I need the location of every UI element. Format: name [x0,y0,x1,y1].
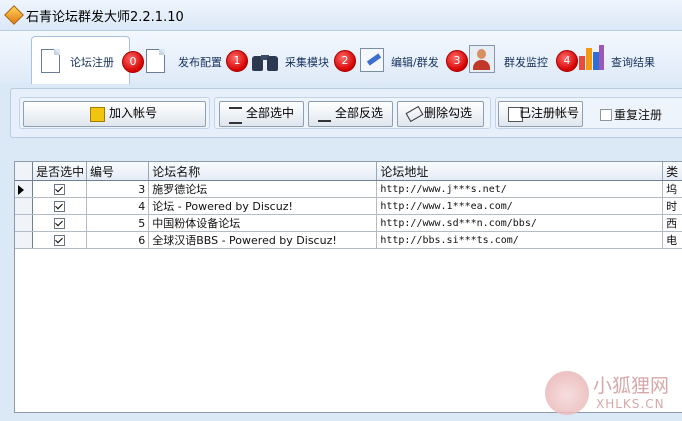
tab-collect-module[interactable]: 采集模块 [251,31,331,83]
column-header[interactable]: 论坛地址 [376,162,664,181]
select-cell[interactable] [32,231,87,249]
edit-icon [360,48,384,72]
current-row-arrow-icon [18,184,24,195]
window-title: 石青论坛群发大师2.2.1.10 [26,10,184,25]
bar-chart-icon [578,44,604,70]
title-bar: 石青论坛群发大师2.2.1.10 [0,0,682,31]
step-badge-0: 0 [122,51,144,73]
row-selector[interactable] [15,214,34,232]
table-row[interactable]: 3 施罗德论坛 http://www.j***s.net/ 坞 [15,180,682,198]
module-tabs: 论坛注册 0 发布配置 1 采集模块 2 编辑/群发 3 群发监控 4 查询结果 [0,31,682,84]
registered-group: 已注册帐号 重复注册 [495,97,682,129]
id-cell: 3 [86,180,150,198]
fox-logo-icon [545,371,589,415]
forum-name-cell: 中国粉体设备论坛 [148,214,378,232]
table-row[interactable]: 4 论坛 - Powered by Discuz! http://www.1**… [15,197,682,215]
column-header[interactable]: 类 [662,162,682,181]
site-watermark: 小狐狸网 XHLKS.CN [545,367,682,421]
tab-label: 查询结果 [611,56,655,69]
row-selector[interactable] [15,197,34,215]
user-icon [469,45,495,73]
account-icon [90,107,105,122]
forum-name-cell: 全球汉语BBS - Powered by Discuz! [148,231,378,249]
button-label: 全部反选 [335,106,384,120]
delete-checked-button[interactable]: 删除勾选 [397,101,484,127]
row-header-corner [15,162,34,181]
add-account-button[interactable]: 加入帐号 [23,101,206,127]
tab-forum-register[interactable]: 论坛注册 [31,36,130,84]
watermark-cn: 小狐狸网 [593,375,670,397]
table-row[interactable]: 6 全球汉语BBS - Powered by Discuz! http://bb… [15,231,682,249]
forum-url-cell: http://www.sd***n.com/bbs/ [376,214,664,232]
binoculars-icon [252,49,278,71]
step-badge-1: 1 [226,50,248,72]
tab-label: 论坛注册 [70,56,114,69]
id-cell: 5 [86,214,150,232]
forum-name-cell: 施罗德论坛 [148,180,378,198]
selection-group: 全部选中 全部反选 删除勾选 [214,97,491,129]
row-checkbox[interactable] [54,218,66,229]
watermark-en: XHLKS.CN [596,397,665,411]
forum-url-cell: http://www.j***s.net/ [376,180,664,198]
select-all-icon [229,107,242,124]
table-row[interactable]: 5 中国粉体设备论坛 http://www.sd***n.com/bbs/ 西 [15,214,682,232]
tab-send-monitor[interactable]: 群发监控 [469,31,554,83]
invert-selection-button[interactable]: 全部反选 [308,101,393,127]
select-cell[interactable] [32,214,87,232]
row-selector[interactable] [15,231,34,249]
forum-url-cell: http://bbs.si***ts.com/ [376,231,664,249]
id-cell: 4 [86,197,150,215]
row-checkbox[interactable] [54,184,66,195]
document-icon [41,49,60,73]
select-cell[interactable] [32,197,87,215]
button-label: 加入帐号 [109,106,158,120]
type-cell: 西 [662,214,682,232]
type-cell: 电 [662,231,682,249]
document-icon [146,49,165,73]
button-label: 删除勾选 [424,106,473,120]
row-checkbox[interactable] [54,201,66,212]
app-logo-icon [4,5,24,25]
id-cell: 6 [86,231,150,249]
button-label: 全部选中 [246,106,295,120]
column-header[interactable]: 编号 [86,162,150,181]
column-header[interactable]: 是否选中 [32,162,87,181]
tab-label: 采集模块 [285,56,329,69]
step-badge-3: 3 [446,50,468,72]
tab-query-results[interactable]: 查询结果 [578,31,678,83]
step-badge-2: 2 [334,50,356,72]
registered-accounts-button[interactable]: 已注册帐号 [498,101,583,127]
invert-icon [318,107,331,122]
account-group: 加入帐号 [19,97,210,129]
step-badge-4: 4 [556,50,578,72]
repeat-register-label: 重复注册 [614,108,663,122]
forum-url-cell: http://www.1***ea.com/ [376,197,664,215]
forum-table: 是否选中 编号 论坛名称 论坛地址 类 3 施罗德论坛 http://www.j… [15,162,682,249]
row-selector[interactable] [15,180,34,198]
button-label: 已注册帐号 [519,106,580,120]
action-toolbar: 加入帐号 全部选中 全部反选 删除勾选 已注册帐号 重复注册 [10,88,682,138]
type-cell: 坞 [662,180,682,198]
tab-edit-send[interactable]: 编辑/群发 [358,31,448,83]
forum-name-cell: 论坛 - Powered by Discuz! [148,197,378,215]
type-cell: 时 [662,197,682,215]
eraser-icon [405,105,424,123]
table-header-row: 是否选中 编号 论坛名称 论坛地址 类 [15,162,682,181]
tab-label: 群发监控 [504,56,548,69]
repeat-register-checkbox[interactable] [600,109,612,121]
select-all-button[interactable]: 全部选中 [219,101,304,127]
row-checkbox[interactable] [54,235,66,246]
tab-label: 编辑/群发 [391,56,439,69]
tab-label: 发布配置 [178,56,222,69]
column-header[interactable]: 论坛名称 [148,162,378,181]
select-cell[interactable] [32,180,87,198]
